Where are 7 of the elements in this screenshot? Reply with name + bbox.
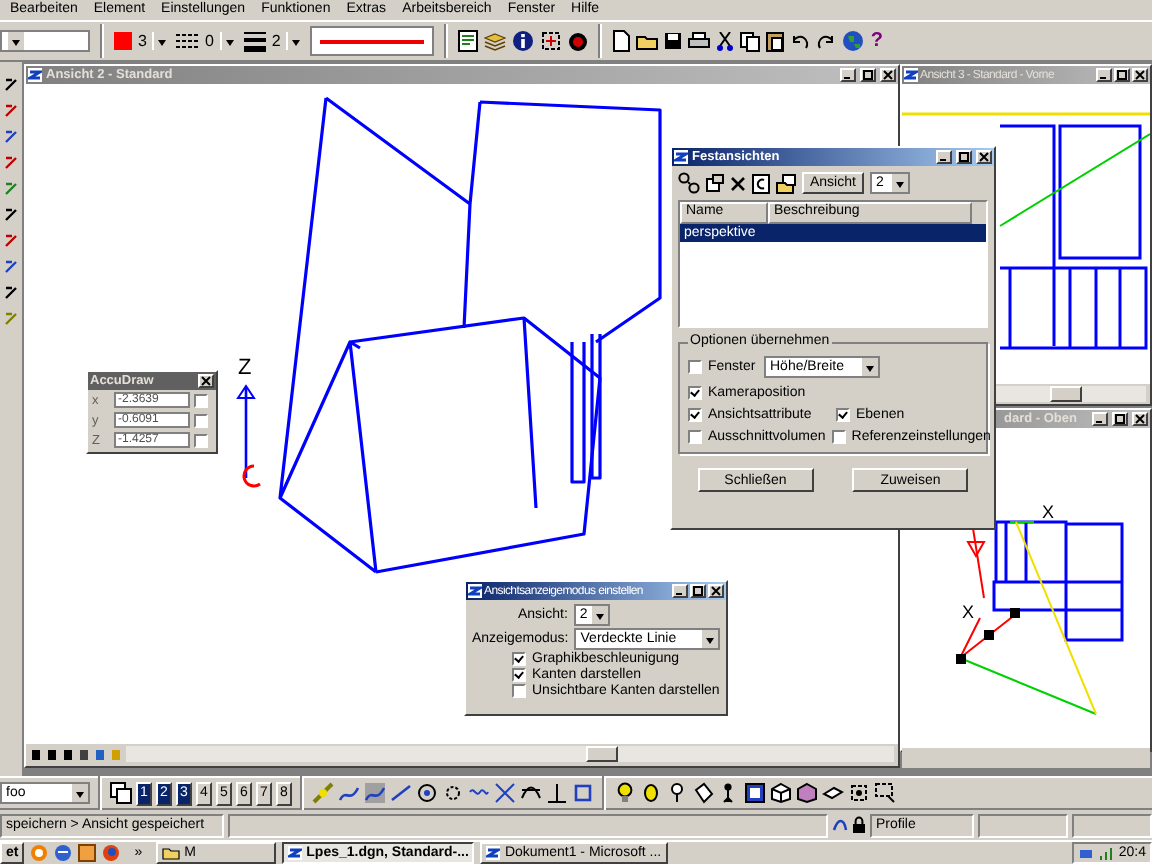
- color-number[interactable]: 3: [138, 32, 147, 50]
- axis-label: X: [962, 602, 975, 622]
- help-icon[interactable]: ?: [870, 30, 883, 52]
- line-style-number[interactable]: 0: [204, 32, 214, 50]
- axis-label: Z: [238, 356, 252, 380]
- line-weight-number[interactable]: 2: [271, 32, 281, 50]
- axis-label: X: [1042, 502, 1055, 522]
